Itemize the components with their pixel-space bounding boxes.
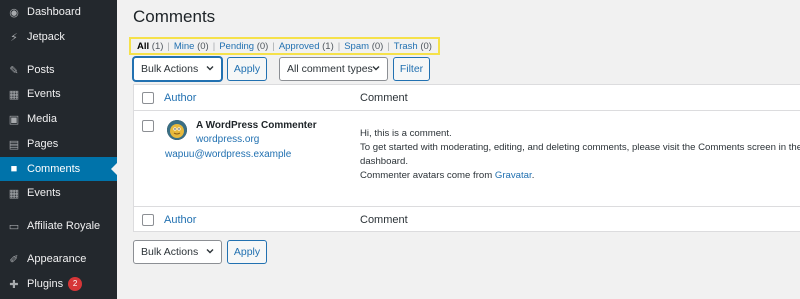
row-checkbox[interactable] [142, 120, 154, 132]
chevron-down-icon [372, 66, 380, 71]
sidebar-item-dashboard[interactable]: ◉ Dashboard [0, 0, 117, 24]
select-all-checkbox[interactable] [142, 91, 154, 104]
comments-table: Author Comment A WordPress Commenter wor… [133, 84, 800, 232]
avatar [167, 120, 187, 140]
bulk-actions-select[interactable]: Bulk Actions [133, 57, 222, 81]
comment-column-footer: Comment [360, 213, 408, 226]
comment-column-header: Comment [360, 91, 408, 104]
calendar-icon: ▦ [8, 88, 20, 101]
comment-line: Hi, this is a comment. [360, 128, 452, 139]
comment-type-value: All comment types [287, 63, 373, 75]
bulk-actions-value: Bulk Actions [141, 63, 199, 75]
sidebar-item-plugins[interactable]: ✚ Plugins 2 [0, 272, 117, 296]
comment-author-url[interactable]: wordpress.org [196, 134, 259, 145]
affiliate-icon: ▭ [8, 220, 20, 233]
filter-separator: | [272, 40, 275, 52]
appearance-icon: ✐ [9, 253, 19, 266]
pin-icon: ✎ [9, 64, 19, 77]
table-row: A WordPress Commenter wordpress.org wapu… [134, 112, 800, 206]
sidebar-item-label: Plugins [27, 278, 64, 290]
filter-count: (0) [420, 40, 432, 52]
calendar-icon: ▦ [8, 187, 20, 200]
comment-line: To get started with moderating, editing,… [360, 142, 800, 167]
comment-type-select[interactable]: All comment types [279, 57, 388, 81]
filter-button[interactable]: Filter [393, 57, 430, 81]
comment-text: . [531, 170, 535, 181]
filter-count: (0) [371, 40, 384, 52]
sidebar-item-comments[interactable]: ■ Comments [0, 157, 117, 181]
filter-spam-link[interactable]: Spam (0) [344, 41, 383, 52]
page-title: Comments [133, 7, 216, 26]
filter-count: (0) [197, 40, 209, 52]
chevron-down-icon [206, 66, 214, 71]
sidebar-item-events-2[interactable]: ▦ Events [0, 181, 117, 205]
sidebar-item-label: Events [27, 187, 61, 199]
filter-label: Spam [344, 40, 370, 52]
sidebar-item-label: Media [27, 113, 57, 125]
gravatar-link[interactable]: Gravatar [495, 170, 532, 181]
comment-line: Commenter avatars come from Gravatar. [360, 169, 800, 183]
filter-label: Mine [173, 40, 195, 52]
sidebar-item-media[interactable]: ▣ Media [0, 107, 117, 131]
sidebar-item-label: Dashboard [27, 6, 81, 18]
sidebar-item-label: Pages [27, 138, 59, 150]
chevron-down-icon [206, 249, 214, 254]
sidebar-item-label: Appearance [27, 253, 87, 265]
comment-text: Commenter avatars come from [360, 170, 495, 181]
filter-trash-link[interactable]: Trash (0) [394, 41, 432, 52]
media-icon: ▣ [8, 113, 20, 126]
comment-author-name: A WordPress Commenter [196, 120, 317, 131]
jetpack-icon: ⚡ [10, 31, 18, 44]
comment-icon: ■ [10, 163, 18, 175]
filter-count: (1) [322, 40, 334, 52]
wapuu-avatar-icon [167, 120, 187, 140]
dashboard-icon: ◉ [9, 6, 19, 19]
filter-mine-link[interactable]: Mine (0) [174, 41, 209, 52]
sidebar-item-label: Affiliate Royale [27, 220, 101, 232]
admin-sidebar: ◉ Dashboard ⚡ Jetpack ✎ Posts ▦ Events ▣… [0, 0, 117, 299]
plugin-icon: ✚ [9, 278, 19, 291]
filter-separator: | [337, 40, 341, 52]
sidebar-item-label: Comments [27, 163, 81, 175]
sidebar-item-label: Events [27, 88, 61, 100]
filter-count: (0) [256, 40, 269, 52]
author-column-header[interactable]: Author [164, 92, 196, 104]
bulk-actions-value: Bulk Actions [141, 246, 199, 258]
sidebar-item-appearance[interactable]: ✐ Appearance [0, 247, 117, 271]
sidebar-item-pages[interactable]: ▤ Pages [0, 132, 117, 156]
filter-separator: | [212, 40, 216, 52]
apply-button-bottom[interactable]: Apply [227, 240, 267, 264]
update-count-badge: 2 [68, 277, 83, 291]
filter-label: All [137, 40, 150, 52]
filter-all-link[interactable]: All (1) [137, 41, 163, 52]
sidebar-item-label: Posts [27, 64, 55, 76]
filter-count: (1) [151, 40, 164, 52]
sidebar-item-events[interactable]: ▦ Events [0, 82, 117, 106]
sidebar-item-label: Jetpack [27, 31, 65, 43]
select-all-checkbox[interactable] [142, 213, 154, 226]
filter-approved-link[interactable]: Approved (1) [279, 41, 334, 52]
comment-status-filters: All (1) | Mine (0) | Pending (0) | Appro… [129, 37, 440, 55]
table-header: Author Comment [134, 85, 800, 111]
comment-author-email[interactable]: wapuu@wordpress.example [165, 149, 291, 160]
pages-icon: ▤ [8, 138, 20, 151]
filter-separator: | [167, 40, 170, 52]
sidebar-item-posts[interactable]: ✎ Posts [0, 58, 117, 82]
filter-pending-link[interactable]: Pending (0) [219, 41, 268, 52]
bulk-actions-select-bottom[interactable]: Bulk Actions [133, 240, 222, 264]
sidebar-item-jetpack[interactable]: ⚡ Jetpack [0, 25, 117, 49]
filter-label: Approved [278, 40, 320, 52]
sidebar-item-affiliate-royale[interactable]: ▭ Affiliate Royale [0, 214, 117, 238]
filter-label: Pending [219, 40, 255, 52]
author-column-footer[interactable]: Author [164, 214, 196, 226]
apply-button[interactable]: Apply [227, 57, 267, 81]
filter-separator: | [387, 40, 390, 52]
comment-content: Hi, this is a comment. To get started wi… [360, 127, 800, 183]
table-footer: Author Comment [134, 206, 800, 232]
filter-label: Trash [393, 40, 418, 52]
